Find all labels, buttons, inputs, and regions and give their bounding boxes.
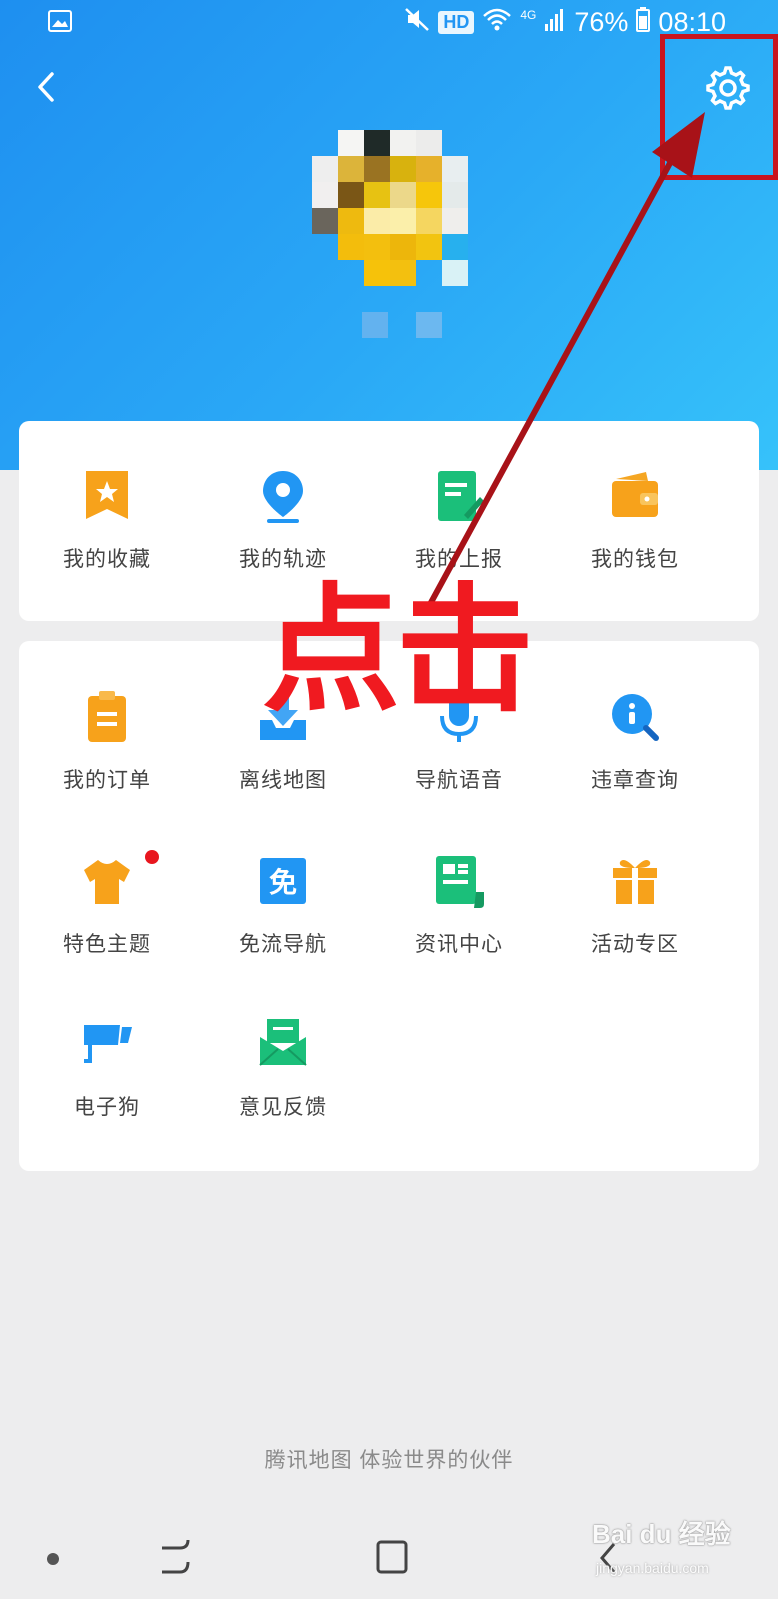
report-edit-icon xyxy=(434,469,484,525)
service-violation-query[interactable]: 违章查询 xyxy=(547,690,723,810)
speed-camera-icon xyxy=(82,1017,132,1073)
new-badge-dot xyxy=(145,850,159,864)
clipboard-icon xyxy=(82,690,132,746)
hd-badge: HD xyxy=(438,10,475,34)
shortcut-label: 我的轨迹 xyxy=(239,548,327,571)
service-feedback[interactable]: 意见反馈 xyxy=(195,1017,371,1137)
battery-icon xyxy=(636,6,651,39)
annotation-highlight-box xyxy=(660,34,778,180)
annotation-click-text: 点击 xyxy=(262,570,534,731)
shortcut-favorites[interactable]: 我的收藏 xyxy=(19,469,195,589)
baidu-watermark: Bai du 经验 xyxy=(592,1519,731,1549)
service-label: 免流导航 xyxy=(239,933,327,956)
shortcut-label: 我的收藏 xyxy=(63,548,151,571)
tshirt-icon xyxy=(82,854,132,910)
baidu-watermark-url: jingyan.baidu.com xyxy=(596,1560,709,1576)
gallery-icon xyxy=(48,8,72,39)
footer-slogan: 腾讯地图 体验世界的伙伴 xyxy=(264,1449,514,1472)
service-activities[interactable]: 活动专区 xyxy=(547,854,723,974)
service-label: 活动专区 xyxy=(591,933,679,956)
service-label: 意见反馈 xyxy=(239,1096,327,1119)
service-label: 导航语音 xyxy=(415,769,503,792)
mute-icon xyxy=(404,6,430,39)
dot-indicator-icon xyxy=(46,1552,60,1571)
shortcut-wallet[interactable]: 我的钱包 xyxy=(547,469,723,589)
shortcut-label: 我的上报 xyxy=(415,548,503,571)
wifi-icon xyxy=(482,6,512,39)
signal-icon xyxy=(544,6,566,39)
location-pin-icon xyxy=(258,469,308,525)
service-speed-camera[interactable]: 电子狗 xyxy=(19,1017,195,1137)
search-info-icon xyxy=(610,690,660,746)
service-news-center[interactable]: 资讯中心 xyxy=(371,854,547,974)
shortcut-label: 我的钱包 xyxy=(591,548,679,571)
back-button[interactable] xyxy=(28,62,68,112)
gift-icon xyxy=(610,854,660,910)
service-label: 违章查询 xyxy=(591,769,679,792)
service-orders[interactable]: 我的订单 xyxy=(19,690,195,810)
nickname-obscured xyxy=(362,312,444,338)
home-icon[interactable] xyxy=(374,1536,410,1581)
service-themes[interactable]: 特色主题 xyxy=(19,850,195,974)
bookmark-star-icon xyxy=(82,469,132,525)
service-free-data-nav[interactable]: 免 免流导航 xyxy=(195,854,371,974)
service-label: 电子狗 xyxy=(74,1096,140,1119)
free-data-icon: 免 xyxy=(258,854,308,910)
service-label: 资讯中心 xyxy=(415,933,503,956)
service-label: 我的订单 xyxy=(63,769,151,792)
recent-apps-icon[interactable] xyxy=(158,1536,194,1581)
wallet-icon xyxy=(610,469,660,525)
clock-time: 08:10 xyxy=(658,6,726,37)
svg-text:免: 免 xyxy=(269,866,297,899)
network-type: 4G xyxy=(520,8,537,22)
news-icon xyxy=(434,854,484,910)
feedback-envelope-icon xyxy=(258,1017,308,1073)
service-label: 特色主题 xyxy=(63,933,151,956)
chevron-left-icon xyxy=(28,72,68,116)
service-label: 离线地图 xyxy=(239,769,327,792)
avatar[interactable] xyxy=(312,130,468,286)
battery-percent: 76% xyxy=(574,6,629,37)
